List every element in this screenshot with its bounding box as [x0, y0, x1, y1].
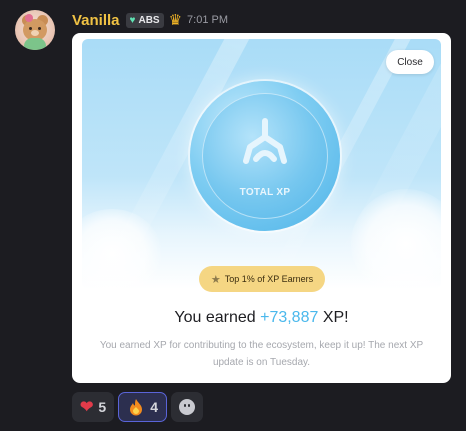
rank-badge: ★ Top 1% of XP Earners: [199, 266, 325, 292]
card-hero: TOTAL XP: [82, 39, 441, 289]
xp-coin-face: TOTAL XP: [202, 93, 328, 219]
abstract-logo-icon: [243, 118, 287, 164]
rank-label: Top 1% of XP Earners: [224, 274, 314, 284]
headline-suffix: XP!: [318, 309, 349, 326]
guild-tag-badge[interactable]: ♥ ABS: [125, 12, 164, 28]
reaction-bar: ❤ 5 4: [72, 392, 203, 422]
heart-icon: ♥: [129, 14, 136, 26]
star-icon: ★: [210, 273, 221, 286]
xp-coin: TOTAL XP: [190, 81, 340, 231]
xp-headline: You earned +73,887 XP!: [72, 309, 451, 327]
bear-body: [24, 38, 46, 50]
headline-prefix: You earned: [174, 309, 261, 326]
reaction-fire[interactable]: 4: [118, 392, 167, 422]
bear-snout: [31, 30, 39, 36]
add-reaction-icon: [179, 399, 195, 415]
crown-icon: ♛: [168, 11, 183, 29]
xp-description: You earned XP for contributing to the ec…: [99, 340, 424, 368]
add-reaction-button[interactable]: [171, 392, 203, 422]
username[interactable]: Vanilla: [72, 12, 120, 29]
xp-amount: +73,887: [260, 309, 319, 326]
badge-label: ABS: [138, 14, 160, 26]
message-header: Vanilla ♥ ABS ♛ 7:01 PM: [72, 11, 228, 29]
heart-icon: ❤: [80, 399, 94, 416]
coin-label: TOTAL XP: [239, 187, 291, 198]
user-avatar[interactable]: [15, 10, 55, 50]
cloud-right: [351, 189, 441, 289]
xp-card: TOTAL XP Close ★ Top 1% of XP Earners Yo…: [72, 33, 451, 383]
timestamp: 7:01 PM: [187, 14, 229, 26]
reaction-heart[interactable]: ❤ 5: [72, 392, 115, 422]
close-button[interactable]: Close: [386, 50, 434, 74]
bear-eye-right: [38, 27, 41, 30]
fire-icon: [130, 399, 143, 416]
flower-icon: [25, 14, 33, 22]
reaction-count: 5: [98, 399, 107, 415]
bear-eye-left: [29, 27, 32, 30]
reaction-count: 4: [150, 399, 158, 415]
